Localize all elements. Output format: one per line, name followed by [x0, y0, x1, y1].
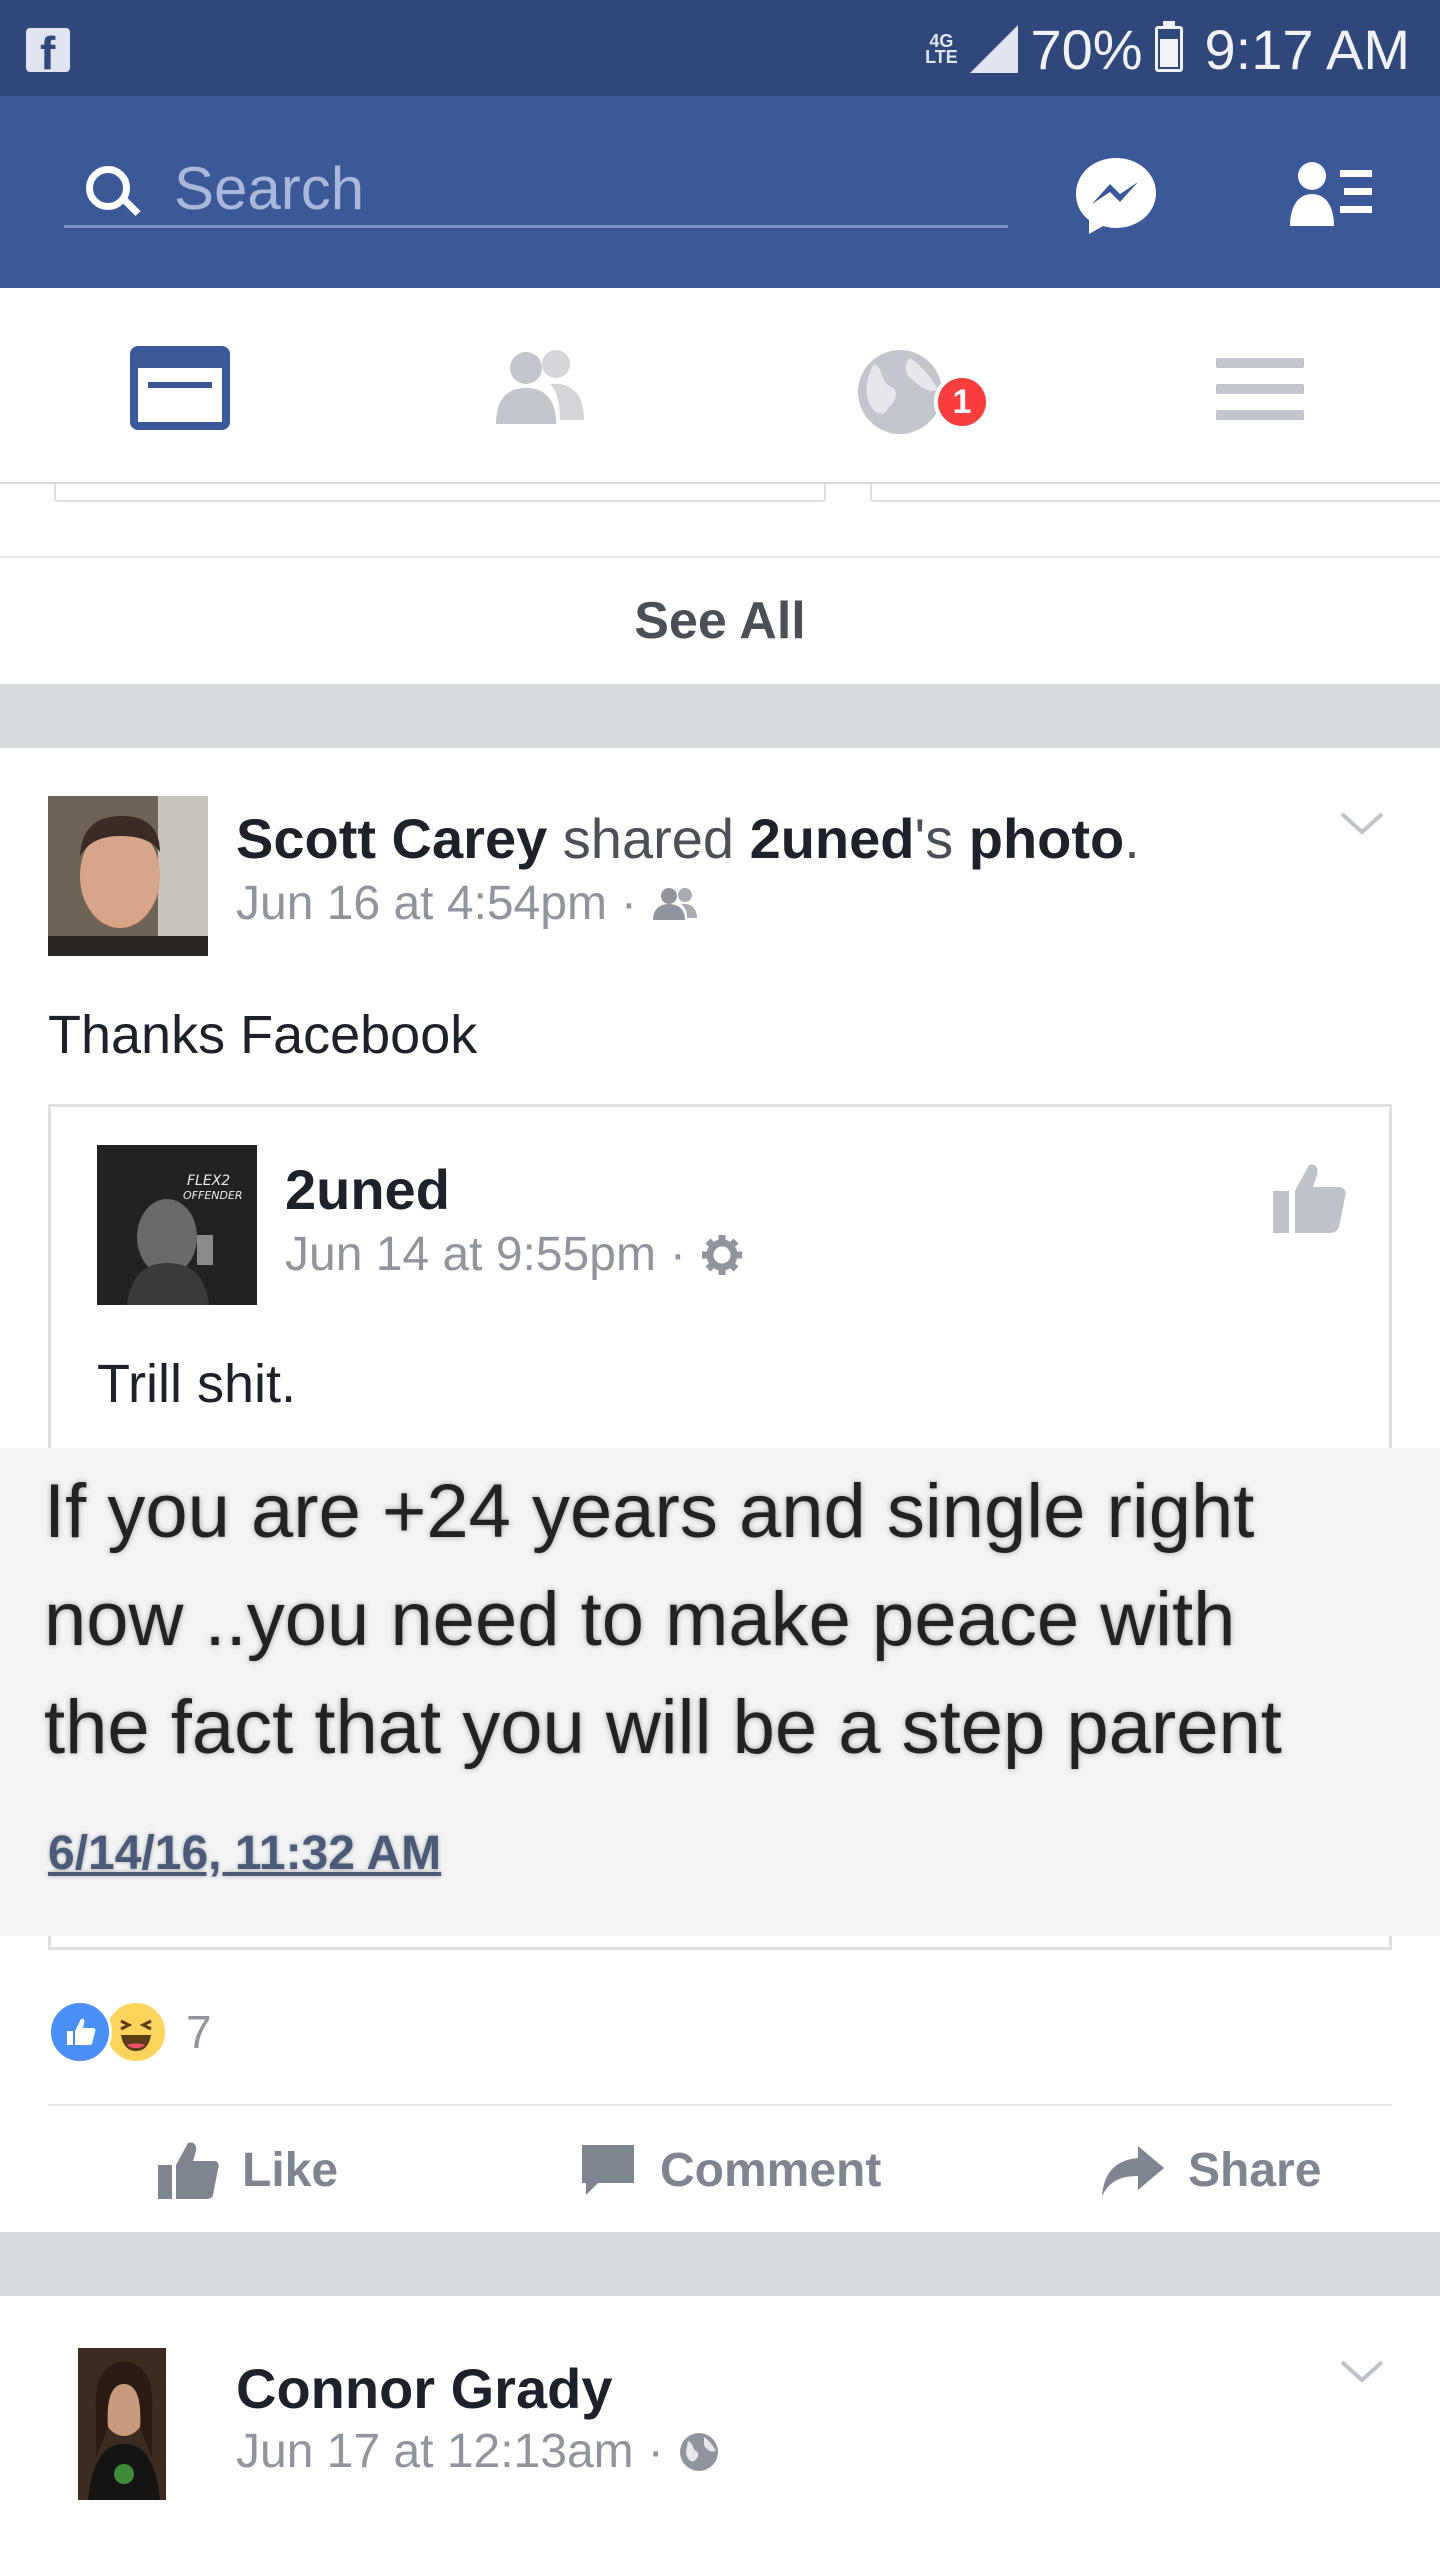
network-type-label: 4G LTE — [925, 31, 958, 67]
post-timestamp[interactable]: Jun 16 at 4:54pm — [236, 876, 607, 931]
like-label: Like — [242, 2143, 339, 2197]
post-meta: Jun 17 at 12:13am · — [236, 2424, 720, 2479]
profile-photo — [78, 2348, 166, 2500]
shared-timestamp[interactable]: Jun 14 at 9:55pm — [285, 1227, 656, 1282]
tab-news-feed[interactable] — [120, 338, 240, 438]
share-label: Share — [1188, 2143, 1322, 2197]
meta-separator: · — [669, 1228, 686, 1281]
search-icon — [86, 166, 130, 210]
search-input[interactable] — [174, 158, 974, 218]
post-options-chevron-icon[interactable] — [1340, 812, 1384, 836]
see-all-button[interactable]: See All — [0, 556, 1440, 684]
period: . — [1124, 807, 1140, 870]
carousel-card-edge — [870, 484, 1440, 502]
page-like-icon[interactable] — [1269, 1157, 1349, 1237]
status-indicators: 4G LTE 70% 9:17 AM — [924, 14, 1410, 84]
tab-friends[interactable] — [480, 338, 600, 438]
signal-icon — [970, 25, 1019, 73]
comment-button[interactable]: Comment — [578, 2106, 881, 2234]
image-date-text: 6/14/16, 11:32 AM — [48, 1827, 442, 1880]
clock: 9:17 AM — [1204, 17, 1410, 81]
tab-notifications[interactable]: 1 — [840, 338, 990, 438]
friends-audience-icon — [652, 887, 697, 920]
post-options-chevron-icon[interactable] — [1340, 2360, 1384, 2384]
search-bar[interactable] — [64, 152, 1008, 228]
shared-avatar[interactable]: FLEX2 OFFENDER — [97, 1145, 257, 1305]
profile-photo — [48, 796, 208, 956]
facebook-notification-icon — [26, 26, 70, 80]
tab-menu[interactable] — [1200, 338, 1320, 438]
post-text: Thanks Facebook — [48, 1005, 478, 1065]
shared-author-link[interactable]: 2uned — [285, 1157, 450, 1222]
notifications-badge: 1 — [934, 374, 990, 430]
post-header: Scott Carey shared 2uned's photo. — [236, 806, 1140, 871]
haha-reaction-icon — [104, 2000, 168, 2064]
share-arrow-icon — [1102, 2146, 1164, 2196]
gear-icon — [701, 1234, 742, 1275]
avatar[interactable] — [48, 796, 208, 956]
like-button[interactable]: Like — [156, 2106, 338, 2234]
image-text-line: If you are +24 years and single right — [44, 1469, 1255, 1554]
shared-post-text: Trill shit. — [97, 1354, 296, 1414]
thumbs-up-icon — [158, 2142, 219, 2199]
battery-percent: 70% — [1030, 17, 1143, 81]
post-author-link[interactable]: Scott Carey — [236, 807, 547, 870]
meta-separator: · — [620, 877, 637, 930]
post-timestamp[interactable]: Jun 17 at 12:13am — [236, 2424, 634, 2479]
post-action-bar: Like Comment Share — [48, 2104, 1392, 2232]
shared-meta: Jun 14 at 9:55pm · — [285, 1227, 744, 1282]
comment-label: Comment — [660, 2143, 882, 2197]
public-globe-icon — [679, 2432, 718, 2471]
like-reaction-icon — [48, 2000, 112, 2064]
app-header — [0, 96, 1440, 288]
tab-bar: 1 — [0, 288, 1440, 484]
svg-text:FLEX2: FLEX2 — [187, 1173, 230, 1189]
reaction-count: 7 — [186, 2006, 212, 2058]
album-cover-image: FLEX2 OFFENDER — [97, 1145, 257, 1305]
svg-text:OFFENDER: OFFENDER — [183, 1189, 243, 1202]
reactions-summary[interactable]: 7 — [48, 1998, 212, 2066]
friend-requests-icon[interactable] — [1290, 160, 1374, 230]
feed-divider — [0, 2232, 1440, 2296]
shared-text: shared — [547, 807, 750, 870]
messenger-icon[interactable] — [1074, 156, 1158, 236]
carousel-card-edge — [54, 484, 826, 502]
meta-separator: · — [647, 2425, 664, 2478]
post-author-link[interactable]: Connor Grady — [236, 2356, 612, 2421]
status-bar: 4G LTE 70% 9:17 AM — [0, 0, 1440, 96]
share-button[interactable]: Share — [1100, 2106, 1321, 2234]
avatar[interactable] — [78, 2348, 166, 2500]
shared-owner-link[interactable]: 2uned — [750, 807, 915, 870]
image-text-line: now ..you need to make peace with — [44, 1577, 1236, 1662]
post-meta: Jun 16 at 4:54pm · — [236, 876, 699, 931]
photo-link[interactable]: photo — [969, 807, 1124, 870]
battery-icon — [1154, 21, 1183, 72]
image-text-line: the fact that you will be a step parent — [44, 1685, 1282, 1770]
possessive-text: 's — [914, 807, 969, 870]
feed-divider — [0, 684, 1440, 748]
comment-icon — [582, 2145, 634, 2195]
